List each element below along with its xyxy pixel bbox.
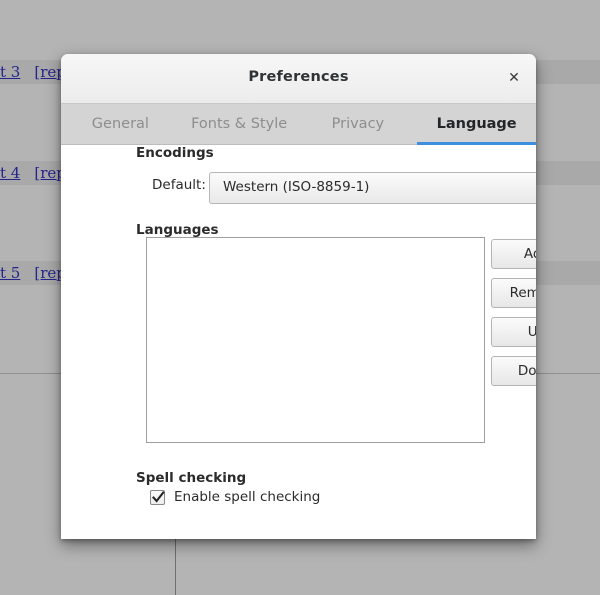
close-icon[interactable]: ✕ — [502, 66, 526, 90]
tab-language[interactable]: Language — [417, 104, 536, 145]
background-row-prefix[interactable]: t 3 — [0, 63, 20, 81]
screen: t 3 [rep t 4 [rep t 5 [rep Preferences ✕ Ge… — [0, 0, 600, 595]
enable-spell-checking-row[interactable]: Enable spell checking — [150, 489, 320, 505]
dialog-title: Preferences — [248, 69, 349, 85]
dialog-content: Encodings Default: Western (ISO-8859-1) … — [61, 145, 536, 539]
tab-general-label: General — [91, 116, 149, 132]
languages-section-title: Languages — [136, 222, 219, 238]
preferences-dialog: Preferences ✕ General Fonts & Style Priv… — [61, 54, 536, 539]
tab-fonts-style[interactable]: Fonts & Style — [180, 104, 299, 144]
add-button[interactable]: Add — [491, 239, 536, 269]
tab-privacy[interactable]: Privacy — [299, 104, 418, 144]
languages-list[interactable] — [146, 237, 485, 443]
checkmark-icon[interactable] — [150, 489, 165, 505]
default-encoding-label: Default: — [152, 177, 206, 193]
enable-spell-checking-label: Enable spell checking — [174, 489, 321, 505]
tab-fonts-style-label: Fonts & Style — [191, 116, 288, 132]
tab-general[interactable]: General — [61, 104, 180, 144]
languages-button-column: Add Remove Up Down — [491, 239, 536, 395]
tab-privacy-label: Privacy — [331, 116, 385, 132]
tab-language-label: Language — [436, 116, 517, 132]
background-row-prefix[interactable]: t 4 — [0, 164, 20, 182]
up-button[interactable]: Up — [491, 317, 536, 347]
default-encoding-dropdown[interactable]: Western (ISO-8859-1) — [209, 172, 536, 204]
spell-checking-section-title: Spell checking — [136, 470, 247, 486]
dialog-titlebar: Preferences ✕ — [61, 54, 536, 104]
encodings-section-title: Encodings — [136, 145, 214, 161]
remove-button[interactable]: Remove — [491, 278, 536, 308]
down-button[interactable]: Down — [491, 356, 536, 386]
background-row-prefix[interactable]: t 5 — [0, 264, 20, 282]
default-encoding-value: Western (ISO-8859-1) — [223, 179, 370, 195]
dialog-tabbar: General Fonts & Style Privacy Language — [61, 104, 536, 145]
